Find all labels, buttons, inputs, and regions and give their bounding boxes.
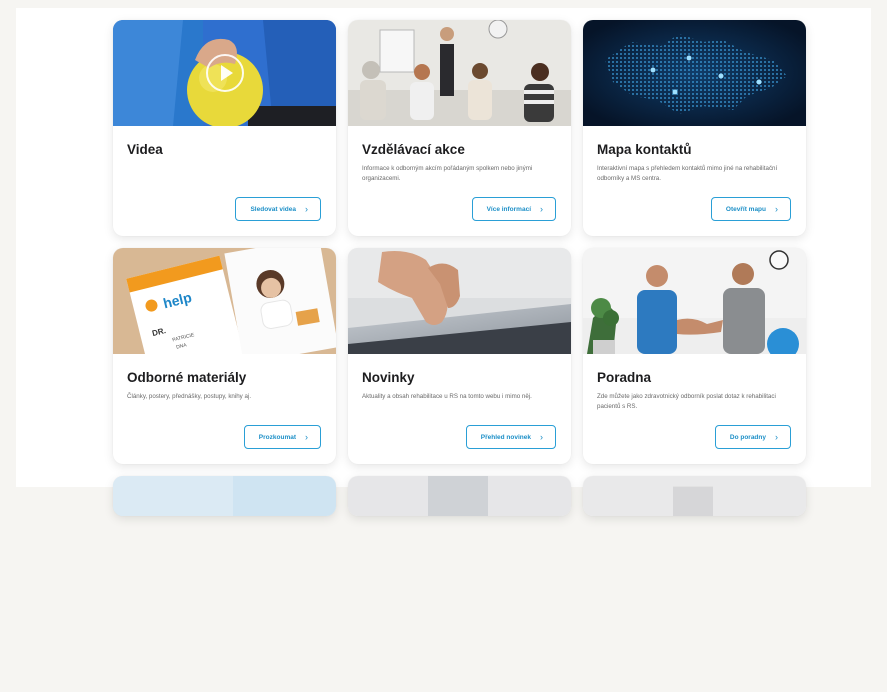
card-image-consultation <box>583 248 806 354</box>
watch-videos-button[interactable]: Sledovat videa › <box>235 197 321 221</box>
card-novinky: Novinky Aktuality a obsah rehabilitace u… <box>348 248 571 464</box>
button-label: Do poradny <box>729 433 766 441</box>
card-poradna: Poradna Zde můžete jako zdravotnický odb… <box>583 248 806 464</box>
card-grid: Videa Sledovat videa › Vzdělávací akce I… <box>113 20 806 692</box>
chevron-right-icon: › <box>305 432 308 442</box>
card-partial-1 <box>113 476 336 516</box>
chevron-right-icon: › <box>305 204 308 214</box>
card-image-partial <box>583 476 806 516</box>
news-overview-button[interactable]: Přehled novinek › <box>465 425 556 449</box>
card-description: Interaktivní mapa s přehledem kontaktů m… <box>597 165 778 182</box>
button-label: Prozkoumat <box>258 433 296 441</box>
more-info-button[interactable]: Více informací › <box>471 197 556 221</box>
card-description: Zde můžete jako zdravotnický odborník po… <box>597 393 776 410</box>
chevron-right-icon: › <box>775 204 778 214</box>
card-title: Odborné materiály <box>127 370 247 385</box>
button-label: Více informací <box>486 205 531 213</box>
button-label: Sledovat videa <box>250 205 296 213</box>
card-image-event <box>348 20 571 126</box>
chevron-right-icon: › <box>540 204 543 214</box>
card-title: Videa <box>127 142 163 157</box>
button-label: Přehled novinek <box>480 433 531 441</box>
explore-button[interactable]: Prozkoumat › <box>243 425 321 449</box>
card-title: Mapa kontaktů <box>597 142 692 157</box>
button-label: Otevřít mapu <box>725 205 766 213</box>
open-map-button[interactable]: Otevřít mapu › <box>710 197 791 221</box>
card-odborne-materialy: help DR. PATRICIE DNA Odborné materiály … <box>113 248 336 464</box>
card-mapa-kontaktu: Mapa kontaktů Interaktivní mapa s přehle… <box>583 20 806 236</box>
card-image-partial <box>348 476 571 516</box>
chevron-right-icon: › <box>775 432 778 442</box>
card-image-news <box>348 248 571 354</box>
to-consultation-button[interactable]: Do poradny › <box>714 425 791 449</box>
play-icon[interactable] <box>206 54 244 92</box>
card-image-materials: help DR. PATRICIE DNA <box>113 248 336 354</box>
card-title: Poradna <box>597 370 652 385</box>
card-description: Články, postery, přednášky, postupy, kni… <box>127 393 252 400</box>
chevron-right-icon: › <box>540 432 543 442</box>
card-image-videa <box>113 20 336 126</box>
card-description: Informace k odborným akcím pořádaným spo… <box>362 165 533 182</box>
card-partial-2 <box>348 476 571 516</box>
card-vzdelavaci-akce: Vzdělávací akce Informace k odborným akc… <box>348 20 571 236</box>
card-image-map <box>583 20 806 126</box>
card-description: Aktuality a obsah rehabilitace u RS na t… <box>362 393 532 400</box>
card-title: Vzdělávací akce <box>362 142 465 157</box>
card-image-partial <box>113 476 336 516</box>
card-partial-3 <box>583 476 806 516</box>
card-title: Novinky <box>362 370 415 385</box>
card-videa: Videa Sledovat videa › <box>113 20 336 236</box>
